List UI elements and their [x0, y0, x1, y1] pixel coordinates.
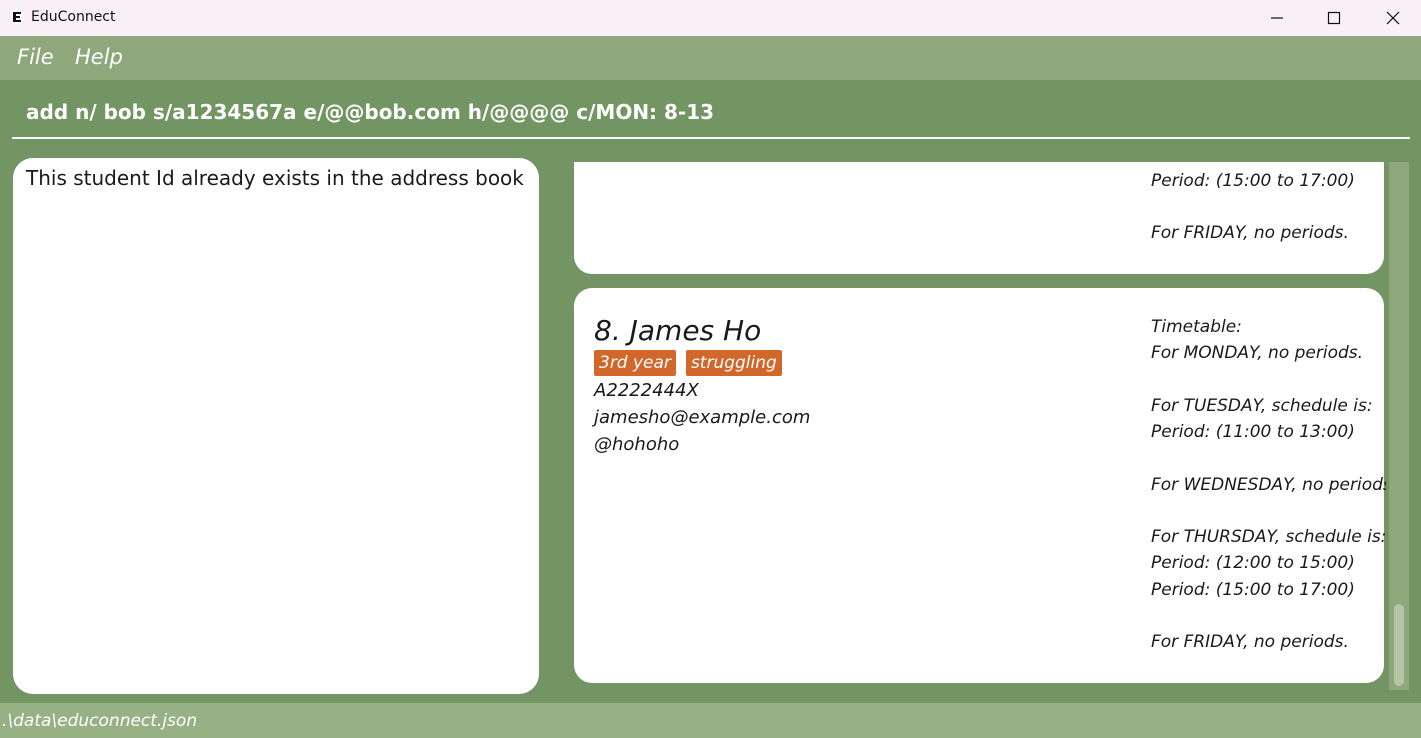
maximize-icon: [1327, 11, 1341, 25]
result-message: This student Id already exists in the ad…: [26, 166, 524, 190]
menu-bar: File Help: [0, 36, 1421, 80]
timetable-period: Period: (15:00 to 17:00): [1151, 580, 1355, 600]
list-scrollbar[interactable]: [1389, 162, 1409, 690]
command-input[interactable]: add n/ bob s/a1234567a e/@@bob.com h/@@@…: [26, 100, 714, 124]
timetable-period: Period: (11:00 to 13:00): [1151, 422, 1355, 442]
timetable-friday: For FRIDAY, no periods.: [1151, 632, 1349, 652]
tag: 3rd year: [594, 350, 676, 376]
person-card-previous[interactable]: Period: (15:00 to 17:00) For FRIDAY, no …: [574, 162, 1384, 274]
title-bar: EduConnect: [0, 0, 1421, 36]
timetable-line: For FRIDAY, no periods.: [1151, 223, 1349, 243]
timetable-period: Period: (12:00 to 15:00): [1151, 553, 1355, 573]
timetable-tuesday: For TUESDAY, schedule is:: [1151, 396, 1373, 416]
student-id: A2222444X: [594, 380, 699, 401]
close-button[interactable]: [1370, 0, 1416, 36]
timetable-line: Period: (15:00 to 17:00): [1151, 171, 1355, 191]
menu-help[interactable]: Help: [75, 45, 123, 69]
maximize-button[interactable]: [1311, 0, 1357, 36]
minimize-button[interactable]: [1254, 0, 1300, 36]
person-name: 8. James Ho: [594, 314, 761, 347]
minimize-icon: [1271, 17, 1283, 19]
timetable-monday: For MONDAY, no periods.: [1151, 343, 1364, 363]
tag: struggling: [685, 350, 782, 376]
tag-list: 3rd year struggling: [594, 350, 782, 376]
menu-file[interactable]: File: [17, 45, 54, 69]
window-title: EduConnect: [31, 9, 116, 25]
person-card[interactable]: 8. James Ho 3rd year struggling A2222444…: [574, 288, 1386, 683]
timetable-wednesday: For WEDNESDAY, no periods.: [1151, 475, 1386, 495]
email: jamesho@example.com: [594, 407, 811, 428]
timetable-header: Timetable:: [1151, 317, 1242, 337]
close-icon: [1386, 11, 1400, 25]
status-bar: .\data\educonnect.json: [0, 703, 1421, 738]
person-index: 8.: [594, 314, 621, 347]
data-file-path: .\data\educonnect.json: [2, 711, 198, 731]
person-list[interactable]: Period: (15:00 to 17:00) For FRIDAY, no …: [574, 162, 1386, 688]
command-underline: [12, 137, 1410, 139]
result-display: This student Id already exists in the ad…: [13, 158, 539, 694]
command-box: add n/ bob s/a1234567a e/@@bob.com h/@@@…: [0, 80, 1421, 162]
timetable-thursday: For THURSDAY, schedule is:: [1151, 527, 1386, 547]
person-name-text: James Ho: [629, 314, 762, 347]
scrollbar-thumb[interactable]: [1394, 604, 1404, 686]
educonnect-logo-icon: [11, 10, 23, 24]
telegram-handle: @hohoho: [594, 434, 680, 455]
